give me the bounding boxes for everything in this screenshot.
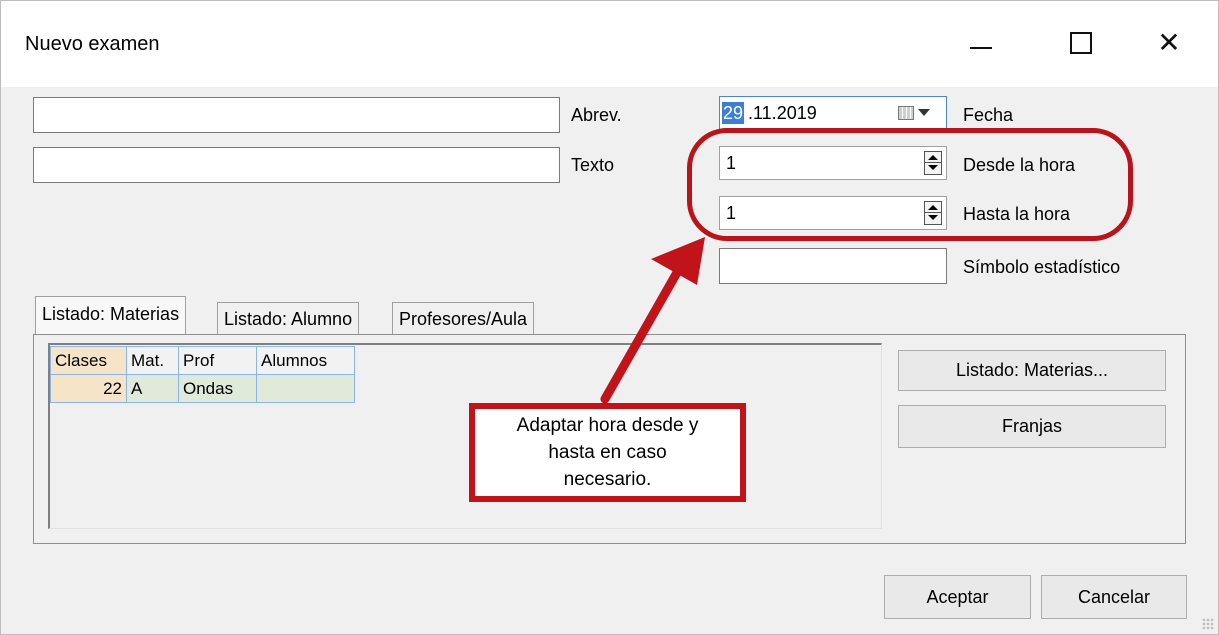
- annotation-line-2: hasta en caso: [548, 442, 667, 463]
- callout-arrow-icon: [600, 237, 705, 404]
- annotation-line-1: Adaptar hora desde y: [516, 415, 699, 436]
- dialog-window: Nuevo examen ✕ Abrev. Texto 29 .11.2019 …: [0, 0, 1219, 635]
- annotation-line-3: necesario.: [563, 469, 652, 490]
- annotation-callout: Adaptar hora desde y hasta en caso neces…: [469, 403, 746, 502]
